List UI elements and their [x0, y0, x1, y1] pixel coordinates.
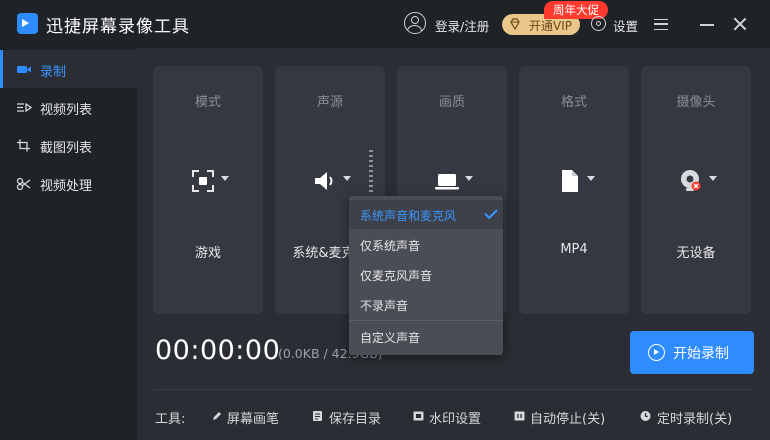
chevron-down-icon[interactable] [221, 176, 229, 181]
screenshot-list-icon [17, 139, 30, 152]
card-value: 游戏 [194, 246, 221, 261]
speaker-icon [315, 172, 333, 190]
app-title: 迅捷屏幕录像工具 [46, 17, 190, 37]
tool-scheduled-record[interactable]: 定时录制(关) [657, 408, 732, 427]
chevron-down-icon[interactable] [465, 176, 473, 181]
title-bar: 迅捷屏幕录像工具 登录/注册 开通VIP 周年大促 设置 [0, 0, 770, 48]
chevron-down-icon[interactable] [343, 176, 351, 181]
file-icon [562, 170, 578, 192]
webcam-disabled-icon [681, 170, 701, 191]
volume-meter-segment [369, 155, 373, 157]
card-title: 格式 [560, 95, 587, 110]
mode-card[interactable]: 模式 游戏 [153, 66, 263, 314]
sidebar-item-label: 视频处理 [40, 179, 93, 194]
audio-option-mic-only[interactable]: 仅麦克风声音 [349, 260, 503, 289]
user-avatar-icon[interactable] [404, 12, 426, 34]
sidebar-item-label: 视频列表 [40, 103, 93, 118]
volume-meter [368, 150, 374, 196]
auto-stop-icon [514, 411, 525, 421]
video-process-icon [16, 177, 31, 190]
start-record-button[interactable]: 开始录制 [630, 331, 754, 374]
sidebar: 录制 视频列表 截图列表 视频处理 [0, 48, 137, 440]
format-card[interactable]: 格式 MP4 [519, 66, 629, 314]
fullscreen-mode-icon [192, 170, 214, 192]
settings-link[interactable]: 设置 [613, 16, 638, 35]
sidebar-item-record[interactable]: 录制 [0, 50, 137, 88]
webcam-card[interactable]: 摄像头 无设备 [641, 66, 751, 314]
play-circle-icon [648, 344, 665, 361]
chevron-down-icon[interactable] [587, 176, 595, 181]
video-camera-icon [17, 66, 31, 73]
pen-icon [213, 412, 221, 420]
diamond-icon [510, 18, 520, 30]
audio-option-label: 不录声音 [360, 299, 409, 313]
volume-meter-segment [369, 175, 373, 177]
close-icon[interactable] [733, 17, 747, 31]
volume-meter-segment [369, 165, 373, 167]
video-list-icon [17, 102, 32, 113]
sidebar-item-label: 录制 [40, 65, 67, 80]
audio-option-label: 仅麦克风声音 [360, 269, 433, 283]
card-title: 模式 [194, 95, 221, 110]
sidebar-item-screenshot-list[interactable]: 截图列表 [0, 126, 137, 164]
divider [154, 389, 754, 390]
audio-option-label: 仅系统声音 [360, 239, 421, 253]
audio-option-label: 自定义声音 [360, 331, 421, 345]
chevron-down-icon[interactable] [709, 176, 717, 181]
audio-option-system-and-mic[interactable]: 系统声音和麦克风 [349, 200, 503, 229]
laptop-icon [435, 174, 459, 190]
volume-meter-segment [369, 190, 373, 192]
tool-auto-stop[interactable]: 自动停止(关) [530, 408, 605, 427]
minimize-icon[interactable] [700, 24, 714, 26]
audio-option-no-audio[interactable]: 不录声音 [349, 290, 503, 319]
recording-timer: 00:00:00 [155, 335, 281, 366]
start-record-label: 开始录制 [673, 346, 729, 362]
tool-screen-pen[interactable]: 屏幕画笔 [227, 408, 279, 427]
login-register-link[interactable]: 登录/注册 [435, 16, 489, 35]
volume-meter-segment [369, 170, 373, 172]
volume-meter-segment [369, 180, 373, 182]
audio-source-dropdown: 系统声音和麦克风 仅系统声音 仅麦克风声音 不录声音 自定义声音 [349, 196, 503, 355]
app-logo-icon [17, 13, 38, 34]
menu-icon[interactable] [654, 19, 668, 30]
vip-label: 开通VIP [529, 19, 572, 33]
watermark-icon [413, 411, 424, 421]
card-value: MP4 [560, 242, 588, 257]
tool-watermark-settings[interactable]: 水印设置 [429, 408, 481, 427]
volume-meter-segment [369, 185, 373, 187]
folder-icon [313, 411, 322, 421]
volume-meter-segment [369, 160, 373, 162]
volume-meter-segment [369, 150, 373, 152]
card-title: 摄像头 [676, 95, 716, 110]
tool-save-directory[interactable]: 保存目录 [329, 408, 381, 427]
sidebar-item-label: 截图列表 [40, 141, 93, 156]
dropdown-separator [349, 320, 503, 321]
gear-icon[interactable] [591, 16, 606, 31]
audio-option-label: 系统声音和麦克风 [360, 209, 457, 223]
card-title: 画质 [438, 95, 465, 110]
tools-label: 工具: [155, 412, 186, 427]
sidebar-item-video-process[interactable]: 视频处理 [0, 164, 137, 202]
clock-icon [640, 411, 651, 421]
audio-option-custom[interactable]: 自定义声音 [349, 322, 503, 351]
sidebar-item-video-list[interactable]: 视频列表 [0, 88, 137, 126]
card-title: 声源 [316, 95, 343, 110]
card-value: 无设备 [676, 246, 716, 261]
audio-option-system-only[interactable]: 仅系统声音 [349, 230, 503, 259]
check-icon [484, 205, 498, 220]
